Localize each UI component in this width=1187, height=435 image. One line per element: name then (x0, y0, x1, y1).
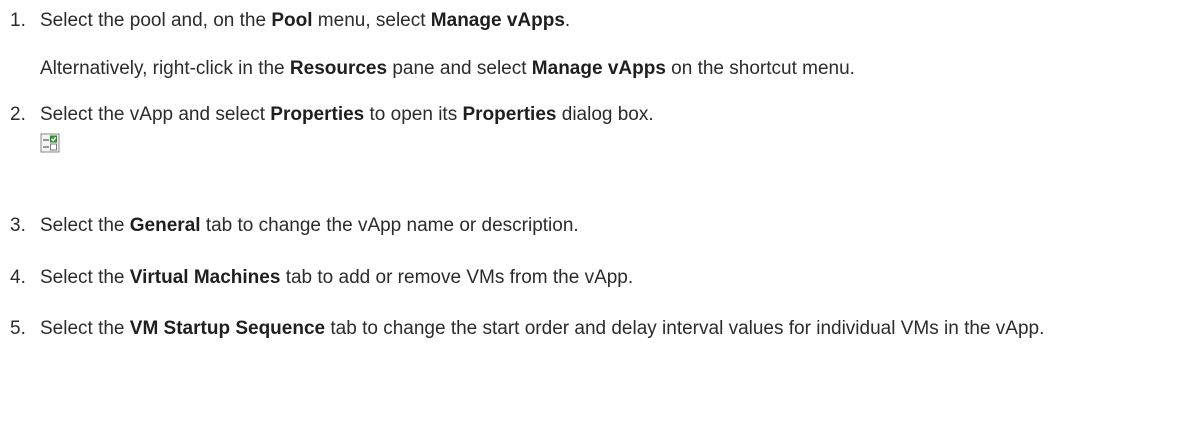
text-segment: dialog box. (556, 104, 654, 125)
text-segment: Select the (40, 215, 130, 236)
ui-term-manage-vapps: Manage vApps (430, 10, 565, 31)
instruction-list: 1. Select the pool and, on the Pool menu… (0, 0, 1187, 435)
ui-term-virtual-machines: Virtual Machines (129, 267, 281, 288)
step-1-alternative: Alternatively, right-click in the Resour… (40, 55, 1181, 82)
text-segment: Alternatively, right-click in the (40, 58, 290, 79)
step-2: 2. Select the vApp and select Properties… (10, 101, 1181, 128)
text-segment: menu, select (312, 10, 431, 31)
text-segment: tab to add or remove VMs from the vApp. (280, 267, 634, 288)
step-number: 4. (10, 267, 26, 288)
step-4: 4. Select the Virtual Machines tab to ad… (10, 264, 1181, 291)
ui-term-general: General (129, 215, 201, 236)
step-text: Select the Virtual Machines tab to add o… (40, 264, 1181, 291)
text-segment: Select the pool and, on the (40, 10, 272, 31)
ui-term-pool: Pool (271, 10, 313, 31)
text-segment: Select the (40, 267, 130, 288)
step-text: Select the vApp and select Properties to… (40, 101, 1181, 128)
ui-term-properties: Properties (270, 104, 365, 125)
step-number: 1. (10, 10, 26, 31)
step-3: 3. Select the General tab to change the … (10, 212, 1181, 239)
text-segment: to open its (364, 104, 463, 125)
step-number: 2. (10, 104, 26, 125)
step-1: 1. Select the pool and, on the Pool menu… (10, 7, 1181, 34)
text-segment: . (564, 10, 571, 31)
text-segment: Select the vApp and select (40, 104, 271, 125)
text-segment: pane and select (387, 58, 532, 79)
ui-term-resources: Resources (289, 58, 388, 79)
step-text: Select the VM Startup Sequence tab to ch… (40, 315, 1181, 342)
text-segment: tab to change the start order and delay … (325, 318, 1045, 339)
text-segment: on the shortcut menu. (665, 58, 855, 79)
text-segment: tab to change the vApp name or descripti… (200, 215, 579, 236)
step-text: Select the General tab to change the vAp… (40, 212, 1181, 239)
ui-term-properties: Properties (462, 104, 557, 125)
step-number: 3. (10, 215, 26, 236)
step-text: Select the pool and, on the Pool menu, s… (40, 7, 1181, 34)
step-5: 5. Select the VM Startup Sequence tab to… (10, 315, 1181, 342)
text-segment: Select the (40, 318, 130, 339)
properties-icon (40, 133, 60, 153)
ui-term-vm-startup-sequence: VM Startup Sequence (129, 318, 326, 339)
ui-term-manage-vapps: Manage vApps (531, 58, 666, 79)
step-number: 5. (10, 318, 26, 339)
